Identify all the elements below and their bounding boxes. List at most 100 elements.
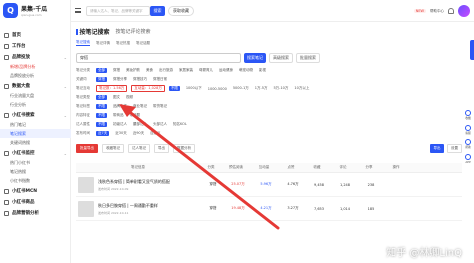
sidebar-group[interactable]: 小红书商品 [0,196,71,207]
table-row[interactable]: 浅秋色系穿搭 | 简单耐看又显气质的搭配 发布时间 2022-10-09 穿搭 25.… [76,173,462,197]
column-header[interactable]: 预估阅读 [222,165,250,170]
filter-option[interactable]: 近30天 [115,131,126,136]
advanced-search-button[interactable]: 高级搜索 [269,53,293,63]
sub-tab[interactable]: 笔记热搜 [116,41,130,46]
data-analysis-button[interactable]: 数据分析 [173,144,195,153]
filter-option[interactable]: 自定义 [150,131,161,136]
sub-tab[interactable]: 笔记话题 [136,41,150,46]
filter-option[interactable]: 出行旅游 [159,68,173,73]
filter-option[interactable]: 品牌合作 [113,104,127,109]
float-tool[interactable]: 客服 [464,124,473,136]
keyword-input[interactable]: 穿搭 [76,53,241,63]
filter-option[interactable]: 不限 [96,113,107,118]
filter-option[interactable]: 穿搭分享 [113,77,127,82]
filter-option[interactable]: 图文 [113,95,120,100]
filter-option[interactable]: 带商品 [113,113,124,118]
settings-button[interactable]: 设置 [447,144,462,153]
sub-tab[interactable]: 笔记搜索 [76,40,90,46]
table-row[interactable]: 秋日多巴胺穿搭 | 一周通勤不重样 发布时间 2022-10-11 穿搭 19.48万… [76,197,462,221]
filter-option[interactable]: 1000-5000 [208,87,227,91]
column-header[interactable]: 分类 [200,165,222,170]
sidebar-group[interactable]: 小红书MCN [0,185,71,196]
float-tool[interactable]: 帮助 [464,139,473,150]
filter-option[interactable]: 影视 [259,68,266,73]
search-notes-button[interactable]: 搜索笔记 [244,53,266,63]
filter-option[interactable]: 不限 [96,122,107,127]
filter-option[interactable]: 运动健身 [219,68,233,73]
sidebar-item[interactable]: 笔记搜索 [0,129,71,138]
column-header[interactable]: 收藏 [304,165,330,170]
filter-option[interactable]: 带货笔记 [153,104,167,109]
sub-tab[interactable]: 笔记详情 [96,41,110,46]
global-search-button[interactable]: 搜索 [150,6,165,16]
sidebar-item[interactable]: 热门小红书 [0,158,71,167]
avatar[interactable] [458,5,470,17]
filter-option[interactable]: 商业笔记 [133,104,147,109]
filter-option[interactable]: 腰部达人 [133,122,147,127]
column-header[interactable]: 操作 [382,165,410,170]
batch-search-button[interactable]: 批量搜索 [296,53,320,63]
note-thumbnail[interactable] [78,176,94,193]
sidebar-item[interactable]: 品牌投放分析 [0,71,71,80]
filter-option[interactable]: 家居家装 [179,68,193,73]
sidebar-group[interactable]: 小红书搜索 ⌄ [0,109,71,120]
float-tool[interactable]: 收藏 [464,110,473,121]
filter-option[interactable]: 母婴育儿 [199,68,213,73]
sidebar-item[interactable]: 热门笔记 [0,120,71,129]
filter-option[interactable]: 初级达人 [113,122,127,127]
filter-option[interactable]: 头部达人 [153,122,167,127]
filter-option[interactable]: 美妆护肤 [126,68,140,73]
column-header[interactable]: 点赞 [278,165,304,170]
kol-notes-button[interactable]: 达人笔记 [128,144,150,153]
column-header[interactable]: 分享 [356,165,382,170]
menu-icon[interactable] [75,8,81,13]
sidebar-item[interactable]: 行业流量大盘 [0,91,71,100]
filter-option[interactable]: 萌宠动物 [239,68,253,73]
filter-option[interactable]: 视频 [126,95,133,100]
sidebar-group[interactable]: 品牌投放 ⌄ [0,51,71,62]
sidebar-group[interactable]: 品牌营销分析 [0,207,71,218]
filter-option[interactable]: 穿搭日常 [153,77,167,82]
tab-note-search[interactable]: 按笔记搜索 [76,27,110,36]
filter-option[interactable]: 知名KOL [173,122,187,127]
sidebar-item[interactable]: 行业分析 [0,100,71,109]
help-link[interactable]: 帮助中心 [430,9,444,14]
filter-option[interactable]: 穿搭 [96,77,107,82]
export-button[interactable]: 导出 [154,144,169,153]
filter-option[interactable]: 不限 [168,86,180,91]
collect-notes-button[interactable]: 收藏笔记 [102,144,124,153]
filter-option[interactable]: 不限 [96,104,107,109]
batch-export-button[interactable]: 批量导出 [76,144,98,153]
filter-option[interactable]: 美食 [146,68,153,73]
filter-option[interactable]: 穿搭 [113,68,120,73]
note-title[interactable]: 浅秋色系穿搭 | 简单耐看又显气质的搭配 [98,179,202,185]
export-blue-button[interactable]: 导出 [430,144,444,153]
filter-option[interactable]: 全部 [96,68,107,73]
scroll-handle[interactable] [470,40,474,60]
sidebar-item[interactable]: 关键词热搜 [0,138,71,147]
column-header[interactable]: 互动量 [250,165,278,170]
sidebar-item[interactable]: 新增/品牌分析 [0,62,71,71]
sidebar-group[interactable]: 数据大盘 ⌄ [0,80,71,91]
filter-option[interactable]: 1万-5万 [255,86,268,91]
column-header[interactable]: 评论 [330,165,356,170]
sidebar-item[interactable]: 小红书指数 [0,176,71,185]
filter-option[interactable]: 5万-10万 [273,86,288,91]
collect-button[interactable]: 获取收藏 [168,6,194,16]
column-header[interactable]: 笔记信息 [76,165,200,170]
filter-option[interactable]: 1000以下 [186,86,202,91]
filter-option[interactable]: 全部 [96,95,107,100]
sidebar-item[interactable]: 笔记热搜 [0,167,71,176]
note-title[interactable]: 秋日多巴胺穿搭 | 一周通勤不重样 [98,203,202,209]
filter-option[interactable]: 10万以上 [294,86,309,91]
sidebar-group[interactable]: 工作台 [0,40,71,51]
filter-option[interactable]: 近90天 [133,131,144,136]
note-thumbnail[interactable] [78,200,94,217]
sidebar-group[interactable]: 小红书监控 ⌄ [0,147,71,158]
bell-icon[interactable] [448,8,454,14]
global-search-input[interactable]: 请输入达人、笔记、品牌等关键字 [86,6,150,16]
filter-option[interactable]: 带话题 [130,113,141,118]
tab-comment-search[interactable]: 按笔记评论搜索 [116,28,151,35]
filter-option[interactable]: 穿搭技巧 [133,77,147,82]
float-tool[interactable]: APP [464,153,473,165]
